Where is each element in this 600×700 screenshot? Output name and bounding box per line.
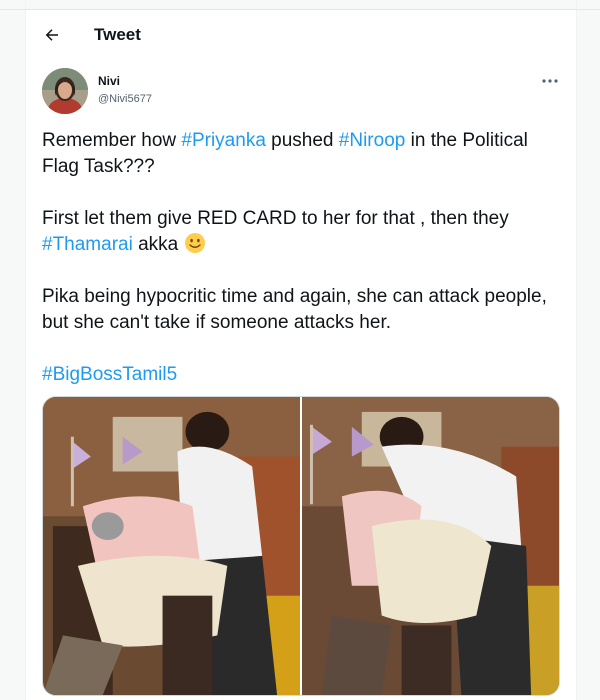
media-image-1[interactable]: [43, 397, 300, 695]
left-sidebar-edge: [0, 0, 26, 700]
hashtag-niroop[interactable]: #Niroop: [339, 130, 406, 151]
tweet-paragraph-1: Remember how #Priyanka pushed #Niroop in…: [42, 128, 562, 180]
author-block: Nivi @Nivi5677: [42, 68, 562, 114]
media-image-2[interactable]: [302, 397, 559, 695]
avatar[interactable]: [42, 68, 88, 114]
hashtag-priyanka[interactable]: #Priyanka: [181, 130, 266, 151]
author-name[interactable]: Nivi: [98, 74, 120, 88]
tweet-paragraph-2: First let them give RED CARD to her for …: [42, 206, 562, 258]
hashtag-thamarai[interactable]: #Thamarai: [42, 234, 133, 255]
text-segment: First let them give RED CARD to her for …: [42, 208, 509, 229]
text-segment: pushed: [265, 130, 339, 151]
more-options-button[interactable]: [538, 72, 562, 90]
tweet-card: Tweet Nivi @Nivi5677 Remember how #Priya…: [26, 10, 576, 700]
right-sidebar-edge: [576, 0, 600, 700]
arrow-left-icon: [45, 29, 58, 41]
more-horizontal-icon: [542, 79, 558, 83]
back-button[interactable]: [40, 23, 64, 47]
tweet-paragraph-4: #BigBossTamil5: [42, 362, 562, 388]
page-title: Tweet: [94, 25, 141, 44]
hashtag-bigbosstamil5[interactable]: #BigBossTamil5: [42, 364, 177, 385]
media-grid: [42, 396, 560, 696]
tweet-text: Remember how #Priyanka pushed #Niroop in…: [42, 128, 562, 414]
text-segment: Remember how: [42, 130, 182, 151]
author-handle[interactable]: @Nivi5677: [98, 93, 152, 105]
tweet-paragraph-3: Pika being hypocritic time and again, sh…: [42, 286, 547, 333]
page-header: Tweet: [26, 10, 576, 60]
slightly-smiling-face-icon: [184, 233, 205, 253]
text-segment: akka: [132, 234, 184, 255]
